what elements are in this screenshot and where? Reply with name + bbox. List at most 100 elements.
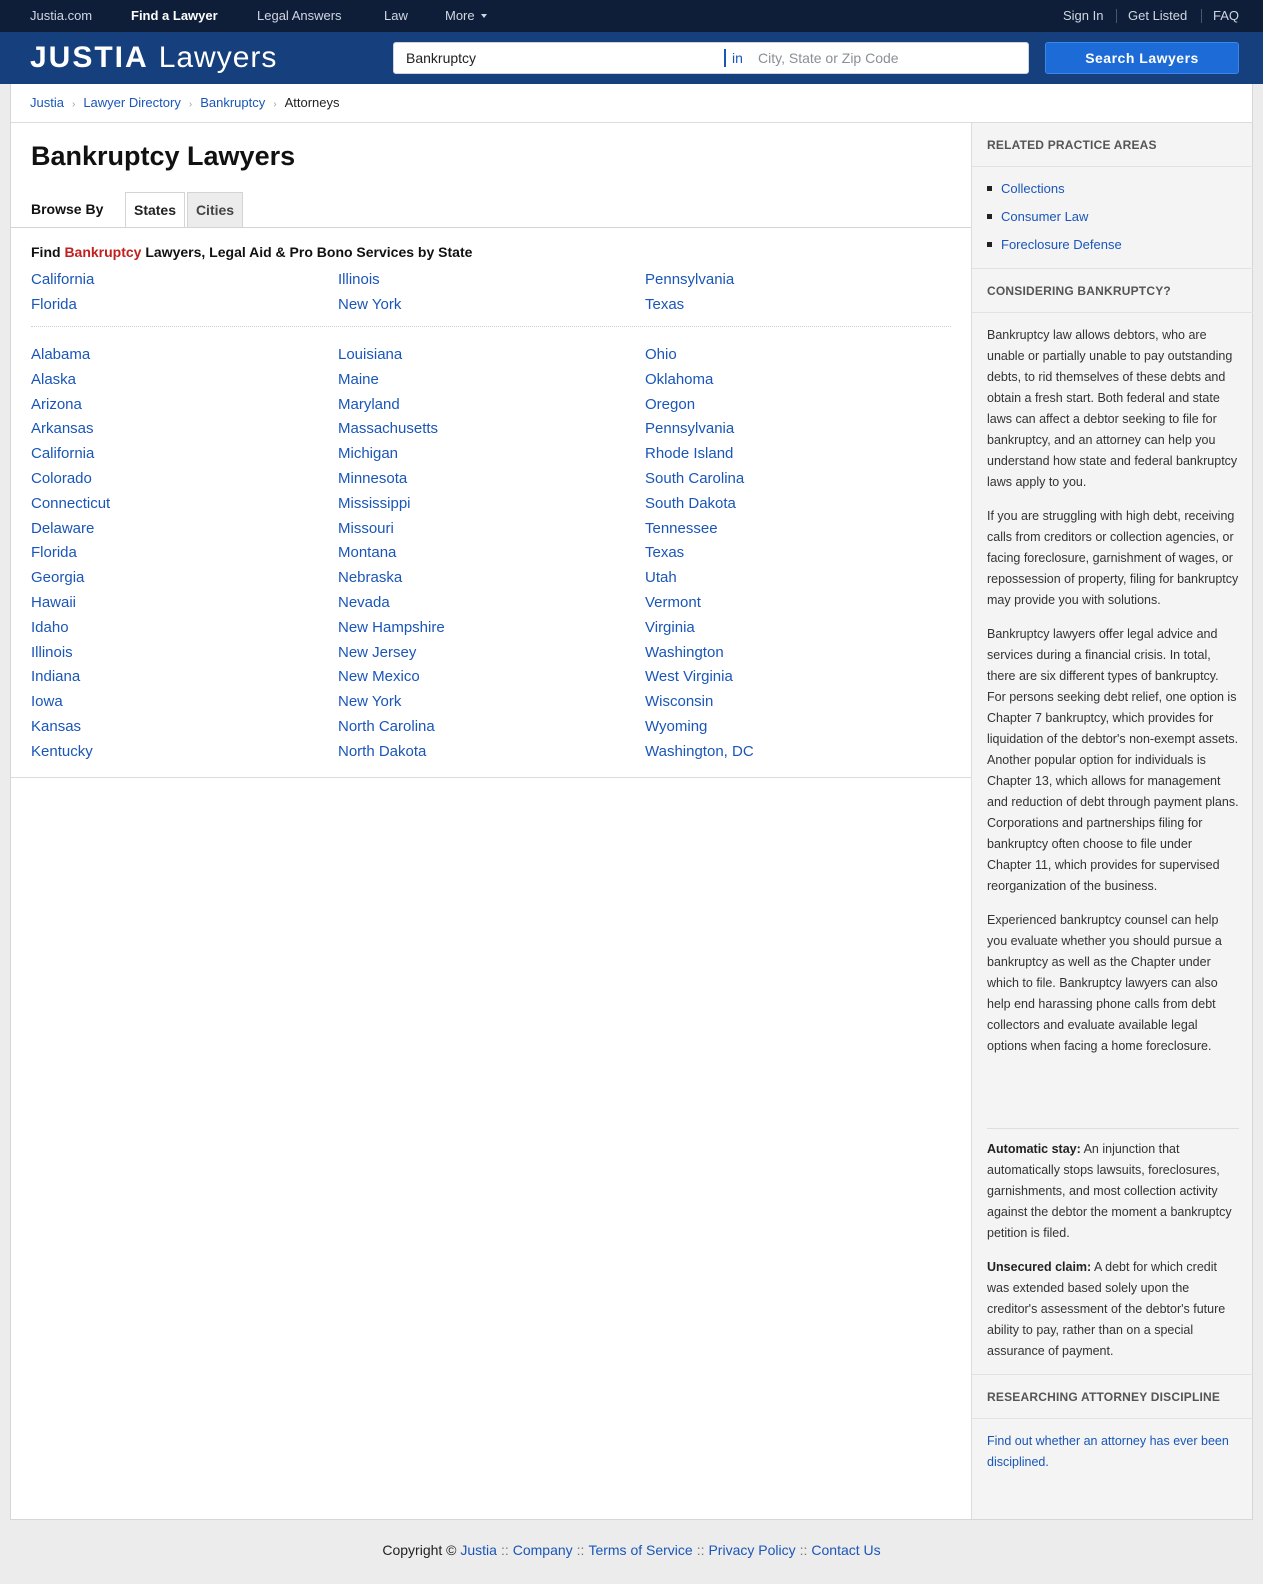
state-link[interactable]: New York <box>338 293 645 318</box>
state-link[interactable]: Montana <box>338 541 645 566</box>
nav-find-a-lawyer[interactable]: Find a Lawyer <box>131 0 218 32</box>
related-link-consumer-law[interactable]: Consumer Law <box>1001 209 1088 224</box>
nav-faq[interactable]: FAQ <box>1213 0 1239 32</box>
state-link[interactable]: Mississippi <box>338 492 645 517</box>
state-link[interactable]: Texas <box>645 293 951 318</box>
related-link-collections[interactable]: Collections <box>1001 181 1065 196</box>
state-link[interactable]: North Carolina <box>338 715 645 740</box>
bullet-icon <box>987 214 992 219</box>
search-lawyers-button[interactable]: Search Lawyers <box>1045 42 1239 74</box>
state-link[interactable]: Virginia <box>645 616 951 641</box>
state-link[interactable]: Rhode Island <box>645 442 951 467</box>
location-input[interactable]: City, State or Zip Code <box>758 43 899 73</box>
nav-sign-in[interactable]: Sign In <box>1063 0 1103 32</box>
sidebar-paragraph: Bankruptcy law allows debtors, who are u… <box>987 328 1238 489</box>
state-link[interactable]: California <box>31 442 338 467</box>
state-link[interactable]: Michigan <box>338 442 645 467</box>
state-link[interactable]: Oklahoma <box>645 368 951 393</box>
footer-link-contact-us[interactable]: Contact Us <box>811 1542 880 1558</box>
state-link[interactable]: New Mexico <box>338 665 645 690</box>
state-link[interactable]: Nevada <box>338 591 645 616</box>
state-link[interactable]: Pennsylvania <box>645 417 951 442</box>
state-link[interactable]: Utah <box>645 566 951 591</box>
related-link-foreclosure-defense[interactable]: Foreclosure Defense <box>1001 237 1122 252</box>
state-link[interactable]: Missouri <box>338 517 645 542</box>
nav-legal-answers[interactable]: Legal Answers <box>257 0 342 32</box>
breadcrumb-lawyer-directory[interactable]: Lawyer Directory <box>83 95 181 110</box>
state-link[interactable]: New Jersey <box>338 641 645 666</box>
find-suffix: Lawyers, Legal Aid & Pro Bono Services b… <box>145 244 473 260</box>
state-link[interactable]: Iowa <box>31 690 338 715</box>
footer-link-company[interactable]: Company <box>513 1542 573 1558</box>
state-link[interactable]: Georgia <box>31 566 338 591</box>
state-link[interactable]: Washington, DC <box>645 740 951 765</box>
state-link[interactable]: Maryland <box>338 393 645 418</box>
chevron-right-icon: › <box>71 99 76 110</box>
footer-separator: :: <box>576 1542 585 1558</box>
state-link[interactable]: Florida <box>31 541 338 566</box>
footer-link-justia[interactable]: Justia <box>460 1542 497 1558</box>
state-link[interactable]: Indiana <box>31 665 338 690</box>
state-link[interactable]: New York <box>338 690 645 715</box>
state-link[interactable]: Illinois <box>338 268 645 293</box>
state-link[interactable]: New Hampshire <box>338 616 645 641</box>
top-nav: Justia.com Find a Lawyer Legal Answers L… <box>0 0 1263 32</box>
sidebar: RELATED PRACTICE AREAS Collections Consu… <box>971 123 1253 1519</box>
state-link[interactable]: Alabama <box>31 343 338 368</box>
state-link[interactable]: Illinois <box>31 641 338 666</box>
state-link[interactable]: Pennsylvania <box>645 268 951 293</box>
footer-link-privacy-policy[interactable]: Privacy Policy <box>708 1542 795 1558</box>
related-practice-areas-heading: RELATED PRACTICE AREAS <box>972 123 1253 167</box>
state-link[interactable]: Louisiana <box>338 343 645 368</box>
footer-link-terms-of-service[interactable]: Terms of Service <box>588 1542 692 1558</box>
nav-law[interactable]: Law <box>384 0 408 32</box>
state-link[interactable]: Minnesota <box>338 467 645 492</box>
state-link[interactable]: California <box>31 268 338 293</box>
in-label: in <box>724 49 743 67</box>
state-link[interactable]: Nebraska <box>338 566 645 591</box>
state-link[interactable]: Florida <box>31 293 338 318</box>
definition-text: A debt for which credit was extended bas… <box>987 1260 1226 1358</box>
state-link[interactable]: Kansas <box>31 715 338 740</box>
state-link[interactable]: Colorado <box>31 467 338 492</box>
breadcrumb-justia[interactable]: Justia <box>30 95 64 110</box>
justia-lawyers-logo[interactable]: JUSTIA Lawyers <box>30 38 277 78</box>
state-link[interactable]: Arizona <box>31 393 338 418</box>
state-link[interactable]: Maine <box>338 368 645 393</box>
state-link[interactable]: South Dakota <box>645 492 951 517</box>
all-states-grid: Alabama Louisiana Ohio Alaska Maine Oklahoma A… <box>31 343 951 765</box>
nav-justia-com[interactable]: Justia.com <box>30 0 92 32</box>
state-link[interactable]: Hawaii <box>31 591 338 616</box>
breadcrumb: Justia › Lawyer Directory › Bankruptcy › Attor… <box>30 94 340 112</box>
state-link[interactable]: Tennessee <box>645 517 951 542</box>
nav-get-listed[interactable]: Get Listed <box>1128 0 1187 32</box>
state-link[interactable]: Wyoming <box>645 715 951 740</box>
breadcrumb-bankruptcy[interactable]: Bankruptcy <box>200 95 265 110</box>
chevron-right-icon: › <box>188 99 193 110</box>
state-link[interactable]: Kentucky <box>31 740 338 765</box>
state-link[interactable]: Massachusetts <box>338 417 645 442</box>
state-link[interactable]: Arkansas <box>31 417 338 442</box>
attorney-discipline-link[interactable]: Find out whether an attorney has ever be… <box>987 1434 1229 1469</box>
practice-search-input[interactable]: Bankruptcy <box>406 43 476 73</box>
state-link[interactable]: West Virginia <box>645 665 951 690</box>
state-link[interactable]: Vermont <box>645 591 951 616</box>
tab-states[interactable]: States <box>125 192 185 228</box>
state-link[interactable]: Texas <box>645 541 951 566</box>
nav-more[interactable]: More <box>445 0 487 32</box>
definition-term: Automatic stay: <box>987 1142 1081 1156</box>
state-link[interactable]: Delaware <box>31 517 338 542</box>
state-link[interactable]: Washington <box>645 641 951 666</box>
state-link[interactable]: Alaska <box>31 368 338 393</box>
state-link[interactable]: South Carolina <box>645 467 951 492</box>
state-link[interactable]: Connecticut <box>31 492 338 517</box>
state-link[interactable]: Idaho <box>31 616 338 641</box>
state-link[interactable]: Ohio <box>645 343 951 368</box>
tab-cities[interactable]: Cities <box>187 192 243 227</box>
state-link[interactable]: Wisconsin <box>645 690 951 715</box>
state-link[interactable]: North Dakota <box>338 740 645 765</box>
state-link[interactable]: Oregon <box>645 393 951 418</box>
divider <box>987 1128 1239 1129</box>
list-item: Collections <box>987 175 1122 203</box>
nav-more-label: More <box>445 8 475 23</box>
